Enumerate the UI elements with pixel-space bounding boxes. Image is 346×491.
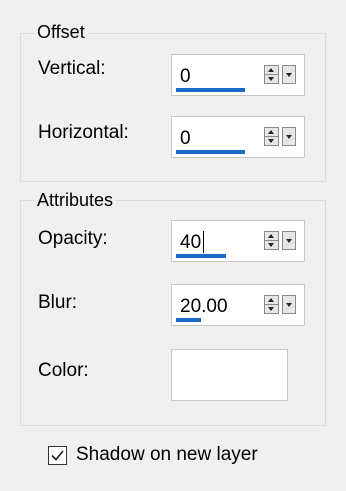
horizontal-spinbox[interactable]: 0 bbox=[171, 116, 305, 158]
vertical-label: Vertical: bbox=[38, 58, 106, 79]
shadow-layer-checkbox[interactable] bbox=[48, 446, 67, 465]
horizontal-arrows bbox=[264, 127, 298, 147]
checkmark-icon bbox=[51, 450, 64, 461]
vertical-slider-fill[interactable] bbox=[176, 88, 245, 92]
color-swatch[interactable] bbox=[171, 349, 288, 401]
blur-slider-fill[interactable] bbox=[176, 318, 201, 322]
blur-up-down-icon[interactable] bbox=[264, 295, 279, 314]
vertical-arrows bbox=[264, 65, 298, 85]
shadow-layer-label[interactable]: Shadow on new layer bbox=[76, 444, 258, 466]
opacity-up-down-icon[interactable] bbox=[264, 231, 279, 250]
color-label: Color: bbox=[38, 360, 89, 381]
opacity-value: 40 bbox=[180, 232, 202, 253]
vertical-spinbox[interactable]: 0 bbox=[171, 54, 305, 96]
opacity-arrows bbox=[264, 231, 298, 251]
blur-spinbox[interactable]: 20.00 bbox=[171, 284, 305, 326]
blur-dropdown-icon[interactable] bbox=[282, 295, 296, 314]
attributes-group-title: Attributes bbox=[34, 190, 117, 210]
horizontal-label: Horizontal: bbox=[38, 122, 129, 143]
horizontal-value: 0 bbox=[180, 128, 191, 149]
blur-label: Blur: bbox=[38, 292, 78, 313]
text-cursor bbox=[203, 231, 204, 253]
opacity-dropdown-icon[interactable] bbox=[282, 231, 296, 250]
offset-group-title: Offset bbox=[34, 22, 88, 42]
horizontal-slider-fill[interactable] bbox=[176, 150, 245, 154]
vertical-up-down-icon[interactable] bbox=[264, 65, 279, 84]
blur-arrows bbox=[264, 295, 298, 315]
opacity-label: Opacity: bbox=[38, 228, 108, 249]
vertical-dropdown-icon[interactable] bbox=[282, 65, 296, 84]
horizontal-dropdown-icon[interactable] bbox=[282, 127, 296, 146]
opacity-spinbox[interactable]: 40 bbox=[171, 220, 305, 262]
horizontal-up-down-icon[interactable] bbox=[264, 127, 279, 146]
vertical-value: 0 bbox=[180, 66, 191, 87]
blur-value: 20.00 bbox=[180, 296, 228, 317]
opacity-slider-fill[interactable] bbox=[176, 254, 226, 258]
